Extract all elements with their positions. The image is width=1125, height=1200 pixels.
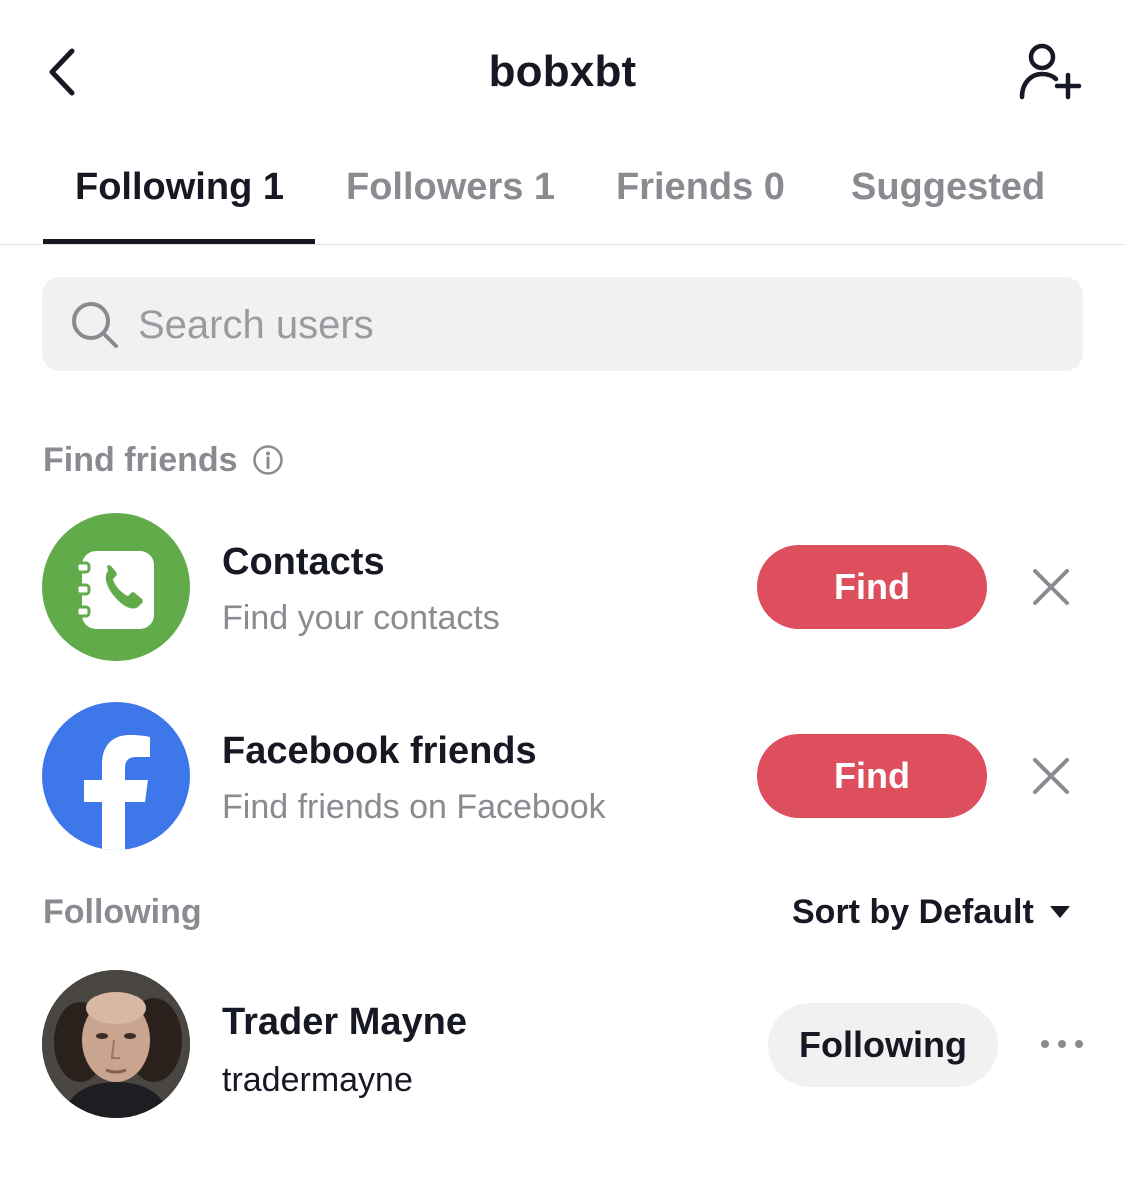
contacts-avatar <box>42 513 190 661</box>
facebook-title: Facebook friends <box>222 730 537 772</box>
tab-followers[interactable]: Followers 1 <box>346 164 555 210</box>
add-user-icon <box>1019 43 1082 100</box>
find-friends-heading: Find friends <box>43 440 284 480</box>
facebook-avatar <box>42 702 190 850</box>
sort-dropdown[interactable]: Sort by Default <box>792 892 1072 932</box>
following-button[interactable]: Following <box>768 1003 998 1087</box>
user-username: tradermayne <box>222 1061 413 1099</box>
tab-bar: Following 1 Followers 1 Friends 0 Sugges… <box>0 150 1125 245</box>
more-horizontal-icon <box>1041 1040 1083 1048</box>
tab-following[interactable]: Following 1 <box>75 164 284 210</box>
info-icon[interactable] <box>252 444 284 476</box>
facebook-subtitle: Find friends on Facebook <box>222 788 606 826</box>
dismiss-contacts-button[interactable] <box>1026 562 1076 612</box>
find-contacts-button[interactable]: Find <box>757 545 987 629</box>
following-section-label: Following <box>43 893 202 931</box>
tab-friends[interactable]: Friends 0 <box>616 164 785 210</box>
caret-down-icon <box>1049 906 1070 918</box>
contacts-book-icon <box>75 551 154 629</box>
active-tab-indicator <box>43 239 315 244</box>
user-avatar[interactable] <box>42 970 190 1118</box>
user-photo-icon <box>42 970 190 1118</box>
search-icon <box>72 302 118 348</box>
more-options-button[interactable] <box>1032 1024 1092 1064</box>
dismiss-facebook-button[interactable] <box>1026 751 1076 801</box>
contacts-title: Contacts <box>222 541 385 583</box>
contacts-subtitle: Find your contacts <box>222 599 500 637</box>
sort-label: Sort by Default <box>792 892 1034 931</box>
find-facebook-button[interactable]: Find <box>757 734 987 818</box>
page-title: bobxbt <box>488 47 637 96</box>
close-icon <box>1033 758 1069 794</box>
tab-suggested[interactable]: Suggested <box>851 164 1045 210</box>
close-icon <box>1033 569 1069 605</box>
facebook-icon <box>84 735 150 850</box>
user-display-name[interactable]: Trader Mayne <box>222 1000 467 1044</box>
find-friends-label: Find friends <box>43 441 238 479</box>
search-input[interactable] <box>138 301 1038 349</box>
add-user-button[interactable] <box>1014 40 1086 104</box>
